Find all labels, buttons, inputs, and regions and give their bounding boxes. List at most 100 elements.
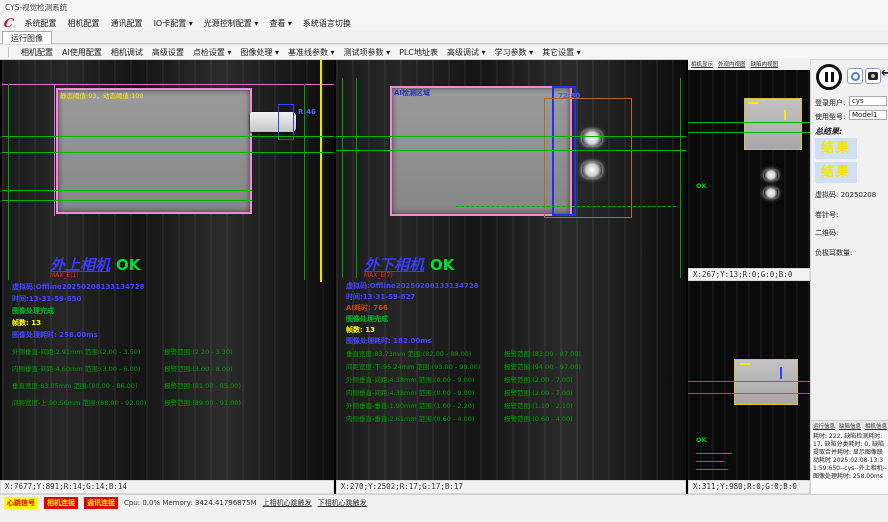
workpiece-region-small bbox=[734, 359, 798, 405]
measurement-row: 内侧垂直-间距:4.60mm 范围:(3.00 - 6.00) 报警范围:(3.… bbox=[12, 363, 334, 373]
camera-view-upper-outer[interactable]: 静态阈值:93，动态阈值:100 R:46 外上相机OK MAX_E(1) 虚拟… bbox=[2, 60, 334, 480]
menu-camera-config[interactable]: 相机配置 bbox=[68, 18, 100, 29]
camera-icon bbox=[868, 72, 878, 80]
result-box-upper: 结果 bbox=[815, 138, 857, 159]
qrcode-label: 二维码: bbox=[815, 228, 838, 238]
bright-feature bbox=[582, 130, 602, 146]
pink-guide-line bbox=[2, 84, 334, 85]
result-box-lower: 结果 bbox=[815, 162, 857, 183]
green-guide-line bbox=[8, 84, 9, 280]
tool-camera-debug[interactable]: 相机调试 bbox=[111, 47, 143, 58]
menu-view[interactable]: 查看 ▾ bbox=[269, 18, 292, 29]
tool-ai-use-config[interactable]: AI使用配置 bbox=[62, 47, 102, 58]
trigger-note: MAX_E(7) bbox=[364, 272, 393, 279]
tab-run-image[interactable]: 运行图像 bbox=[2, 31, 52, 45]
yellow-guide-line bbox=[320, 60, 322, 282]
workpiece-region-small bbox=[744, 98, 802, 150]
right-view-tab-outer[interactable]: 外观内视图 bbox=[718, 60, 746, 68]
menu-comm-config[interactable]: 通讯配置 bbox=[111, 18, 143, 29]
camera-snapshot-button[interactable] bbox=[865, 68, 881, 84]
menu-light-config[interactable]: 光源控制配置 ▾ bbox=[204, 18, 259, 29]
camera-result-ok: OK bbox=[430, 256, 454, 274]
bright-feature bbox=[764, 170, 778, 180]
measurement-alarm: 报警范围:(1.10 - 2.10) bbox=[504, 400, 573, 410]
tool-advanced-debug[interactable]: 高级调试 ▾ bbox=[447, 47, 486, 58]
menu-language-switch[interactable]: 系统语言切换 bbox=[303, 18, 351, 29]
small-view-ok-text: OK bbox=[696, 182, 707, 190]
measurement-value: 垂直宽度:83.05mm 范围:(80.00 - 86.00) bbox=[12, 380, 137, 390]
elapsed-line: 图像处理耗时: 258.00ms bbox=[12, 330, 98, 340]
virtual-code-line: 虚拟码:Offline20250208133134728 bbox=[346, 281, 479, 291]
measurement-row: 间距宽度-下:95.24mm 范围:(93.00 - 98.00) 报警范围:(… bbox=[346, 361, 676, 371]
process-status-line: 图像处理完成 bbox=[12, 306, 54, 316]
measurement-row: 垂直宽度:83.05mm 范围:(80.00 - 86.00) 报警范围:(81… bbox=[12, 380, 334, 390]
window-title: CYS-视觉检测系统 bbox=[5, 3, 67, 12]
green-guide-line bbox=[356, 78, 357, 278]
measurement-value: 内侧垂直-间距:4.60mm 范围:(3.00 - 6.00) bbox=[12, 363, 140, 373]
blue-roi-box bbox=[278, 104, 294, 140]
upper-camera-heartbeat-link[interactable]: 上相机心跳触发 bbox=[263, 498, 312, 508]
app-window: CYS-视觉检测系统 C 系统配置 相机配置 通讯配置 IO卡配置 ▾ 光源控制… bbox=[0, 0, 888, 522]
yellow-tick bbox=[784, 110, 786, 120]
info-panel-text: 耗时: 222, 缺陷检测耗时: 17, 缺陷分类耗时: 0, 缺陷提取合并耗时… bbox=[811, 431, 888, 483]
tool-learning-params[interactable]: 学习参数 ▾ bbox=[495, 47, 534, 58]
frame-count-line: 帧数: 13 bbox=[12, 318, 41, 328]
camera-result-ok: OK bbox=[116, 256, 140, 274]
right-view-tab-camera[interactable]: 相机显示 bbox=[691, 60, 713, 68]
tool-plc-address[interactable]: PLC地址表 bbox=[399, 47, 438, 58]
measurement-value: 内侧垂直-垂直:2.61mm 范围:(0.60 - 4.00) bbox=[346, 413, 474, 423]
tool-baseline-params[interactable]: 基准线参数 ▾ bbox=[288, 47, 335, 58]
logout-arrow-button[interactable]: ← bbox=[881, 66, 888, 81]
menu-io-config[interactable]: IO卡配置 ▾ bbox=[154, 18, 193, 29]
tool-camera-config[interactable]: 相机配置 bbox=[21, 47, 53, 58]
green-measure-line bbox=[2, 136, 334, 137]
model-label: 使用型号: bbox=[815, 112, 845, 122]
frame-count-line: 帧数: 13 bbox=[346, 325, 375, 335]
measurement-row: 外侧垂直-间距:4.38mm 范围:(0.00 - 9.00) 报警范围:(2.… bbox=[346, 374, 676, 384]
menu-system-config[interactable]: 系统配置 bbox=[25, 18, 57, 29]
green-guide-line bbox=[342, 78, 343, 278]
green-dashed-line bbox=[456, 206, 676, 207]
login-user-field[interactable]: cys bbox=[849, 96, 887, 106]
green-measure-line bbox=[336, 136, 686, 137]
model-field[interactable]: Model1 bbox=[849, 110, 887, 120]
camera-thumb-top[interactable]: OK bbox=[688, 70, 810, 268]
tool-spot-check[interactable]: 点检设置 ▾ bbox=[193, 47, 232, 58]
tool-advanced-settings[interactable]: 高级设置 bbox=[152, 47, 184, 58]
tool-image-processing[interactable]: 图像处理 ▾ bbox=[240, 47, 279, 58]
green-guide-line bbox=[680, 78, 681, 278]
toolbar-grip bbox=[8, 47, 10, 57]
measurement-value: 内侧垂直-间距:4.38mm 范围:(0.00 - 9.00) bbox=[346, 387, 474, 397]
ai-region-label: AI检测区域 bbox=[394, 88, 430, 98]
blue-roi-label: R:46 bbox=[298, 108, 316, 116]
green-measure-line bbox=[688, 381, 810, 382]
menubar: C 系统配置 相机配置 通讯配置 IO卡配置 ▾ 光源控制配置 ▾ 查看 ▾ 系… bbox=[0, 16, 888, 30]
light-toggle-button[interactable] bbox=[847, 68, 863, 84]
heartbeat-status-badge: 心跳信号 bbox=[4, 497, 38, 509]
info-tab-run[interactable]: 运行信息 bbox=[813, 422, 835, 430]
small-view-ok-text: OK bbox=[696, 436, 707, 444]
right-view-tab-defect[interactable]: 缺陷内视图 bbox=[751, 60, 779, 68]
green-tick-line bbox=[696, 461, 724, 462]
green-measure-line bbox=[336, 150, 686, 151]
login-user-label: 登录用户: bbox=[815, 98, 845, 108]
measurement-row: 间距宽度-上:90.56mm 范围:(88.00 - 92.00) 报警范围:(… bbox=[12, 397, 334, 407]
tool-test-params[interactable]: 测试项参数 ▾ bbox=[344, 47, 391, 58]
yellow-tick bbox=[740, 363, 750, 365]
camera-connection-badge: 相机连接 bbox=[44, 497, 78, 509]
lower-camera-heartbeat-link[interactable]: 下相机心跳触发 bbox=[318, 498, 367, 508]
bottom-statusbar: 心跳信号 相机连接 通讯连接 Cpu: 0.0% Memory: 3424.41… bbox=[0, 494, 888, 510]
trigger-note: MAX_E(1) bbox=[50, 272, 79, 279]
bright-feature bbox=[764, 188, 778, 198]
camera-view-lower-outer[interactable]: AI检测区域 72:80 外下相机OK MAX_E(7) 虚拟码:Offline… bbox=[336, 60, 686, 480]
tabbar: 运行图像 bbox=[0, 30, 888, 44]
pause-button[interactable] bbox=[816, 64, 842, 90]
info-tab-defect[interactable]: 缺陷信息 bbox=[839, 422, 861, 430]
tool-other-settings[interactable]: 其它设置 ▾ bbox=[542, 47, 581, 58]
measurement-alarm: 报警范围:(2.00 - 7.00) bbox=[504, 374, 573, 384]
camera-thumb-bottom[interactable]: OK bbox=[688, 281, 810, 480]
info-tab-camera[interactable]: 相机信息 bbox=[865, 422, 887, 430]
pixel-status-center: X:270;Y:2502;R:17;G:17;B:17 bbox=[336, 480, 686, 494]
measurement-value: 外侧垂直-间距:2.91mm 范围:(2.00 - 3.50) bbox=[12, 346, 140, 356]
pixel-status-small-bottom: X:311;Y:980;R:0;G:0;B:0 bbox=[688, 480, 810, 494]
